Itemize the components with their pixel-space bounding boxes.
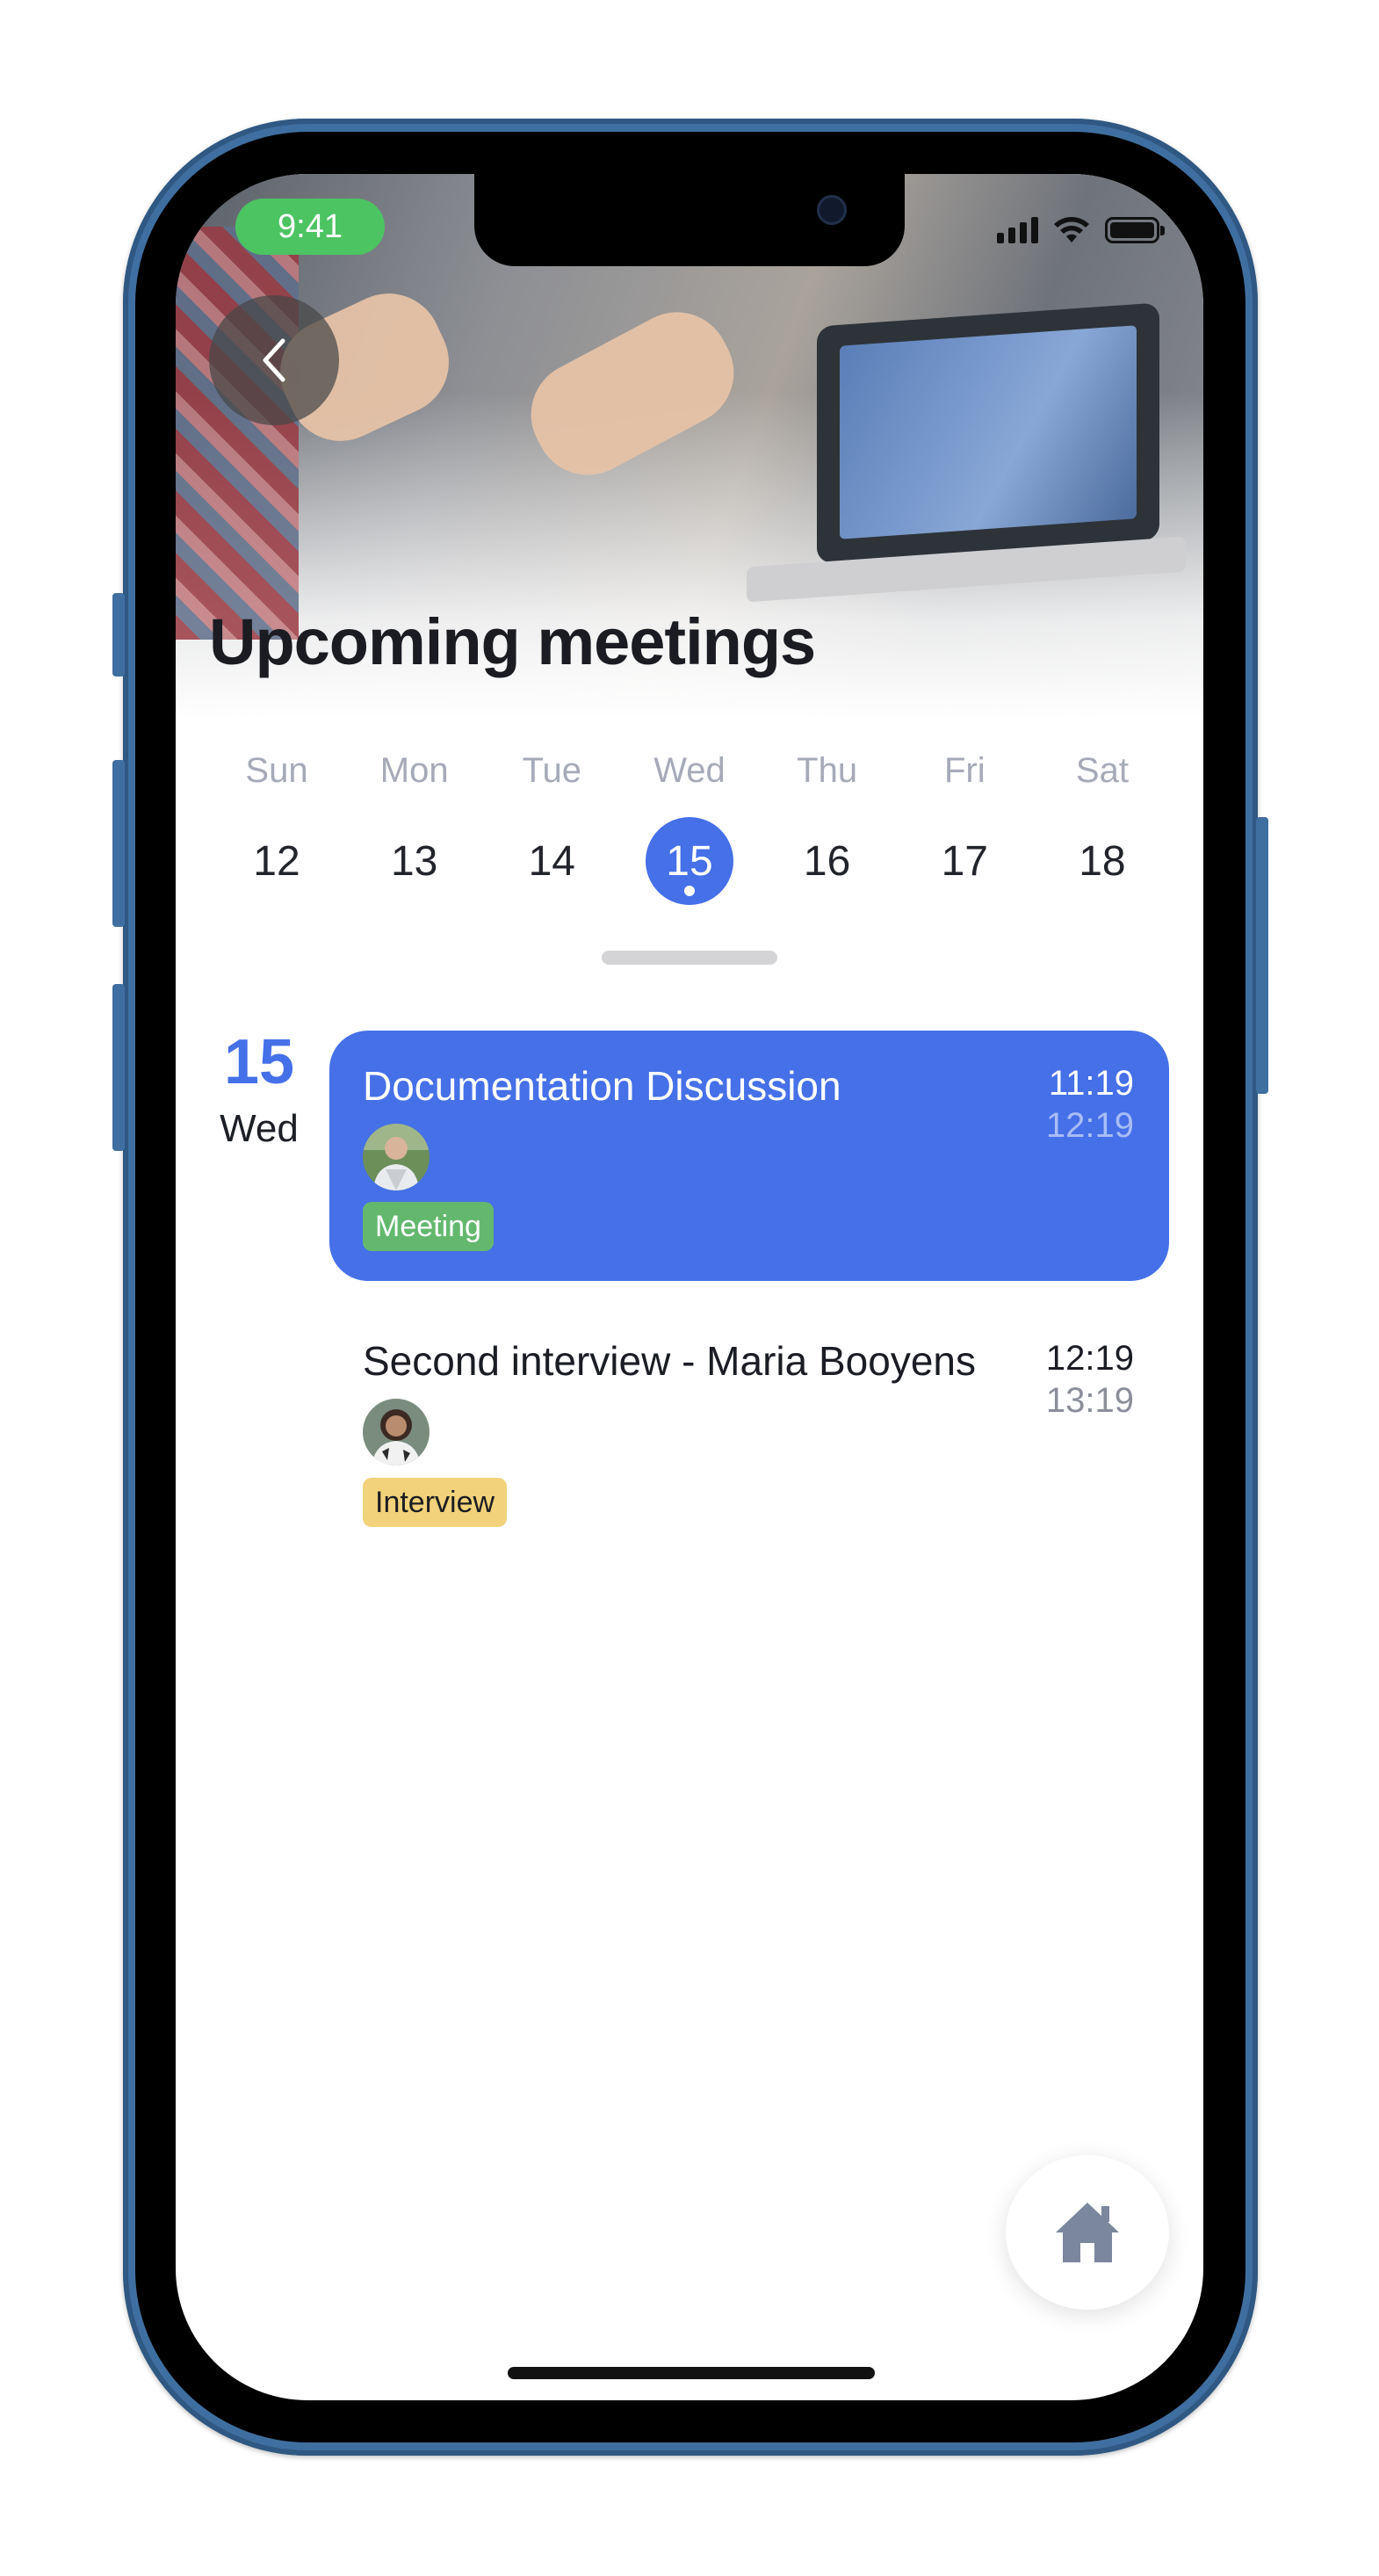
volume-up-button <box>112 760 125 927</box>
day-tue[interactable]: Tue 14 <box>503 747 600 905</box>
day-number: 17 <box>941 837 988 885</box>
day-mon[interactable]: Mon 13 <box>366 747 463 905</box>
hero-hand-right <box>512 293 753 494</box>
event-card-interview[interactable]: Second interview - Maria Booyens 12:19 1… <box>329 1316 1169 1553</box>
app-screen: 9:41 Upcoming meetings Sun 12 Mon 13 Tue… <box>176 174 1203 2400</box>
day-of-week-label: Mon <box>379 751 449 790</box>
sheet-drag-handle[interactable] <box>602 951 777 965</box>
event-start-time: 12:19 <box>1045 1339 1134 1378</box>
event-start-time: 11:19 <box>1048 1064 1134 1103</box>
day-of-week-label: Sun <box>245 751 308 790</box>
day-of-week-label: Sat <box>1075 751 1129 790</box>
day-number: 12 <box>253 837 300 885</box>
day-of-week-label: Fri <box>943 751 986 790</box>
volume-down-button <box>112 984 125 1151</box>
power-button <box>1256 817 1268 1094</box>
hero-laptop-screen <box>840 325 1137 539</box>
back-chevron-icon <box>263 338 285 382</box>
day-of-week-label: Wed <box>653 751 726 790</box>
event-end-time: 13:19 <box>1045 1381 1134 1420</box>
signal-icon <box>997 217 1038 243</box>
day-number: 13 <box>390 837 438 885</box>
event-tag: Meeting <box>363 1202 494 1251</box>
hero-laptop <box>817 302 1159 564</box>
day-number-selected: 15 <box>645 817 733 905</box>
day-wed[interactable]: Wed 15 <box>641 747 738 905</box>
wifi-icon <box>1054 217 1089 242</box>
event-card-documentation[interactable]: Documentation Discussion 11:19 12:19 Mee… <box>329 1031 1169 1281</box>
device-notch <box>474 174 905 266</box>
day-of-week-label: Tue <box>522 751 582 790</box>
event-title: Second interview - Maria Booyens <box>363 1338 976 1384</box>
selected-date-weekday: Wed <box>220 1107 299 1150</box>
battery-icon <box>1105 217 1165 243</box>
action-button <box>112 593 125 677</box>
day-sun[interactable]: Sun 12 <box>228 747 325 905</box>
home-button[interactable] <box>1006 2155 1169 2310</box>
event-title: Documentation Discussion <box>363 1063 841 1109</box>
event-end-time: 12:19 <box>1045 1106 1134 1145</box>
home-indicator[interactable] <box>508 2367 875 2379</box>
front-camera <box>817 195 847 225</box>
day-of-week-label: Thu <box>797 751 858 790</box>
day-number: 16 <box>803 837 851 885</box>
selected-date-number: 15 <box>223 1027 295 1097</box>
day-number: 18 <box>1079 837 1126 885</box>
attendee-avatar[interactable] <box>363 1399 430 1465</box>
day-thu[interactable]: Thu 16 <box>779 747 876 905</box>
page-title: Upcoming meetings <box>209 605 816 678</box>
day-sat[interactable]: Sat 18 <box>1054 747 1151 905</box>
day-number: 14 <box>528 837 575 885</box>
status-time: 9:41 <box>235 199 385 255</box>
event-tag: Interview <box>363 1478 508 1527</box>
hero-shirt-decor <box>176 227 299 640</box>
attendee-avatar[interactable] <box>363 1124 430 1190</box>
status-indicators <box>997 216 1165 244</box>
week-strip: Sun 12 Mon 13 Tue 14 Wed 15 Thu 16 Fri 1… <box>228 747 1151 905</box>
home-icon <box>1056 2203 1119 2262</box>
back-button[interactable] <box>209 295 339 425</box>
day-fri[interactable]: Fri 17 <box>916 747 1013 905</box>
